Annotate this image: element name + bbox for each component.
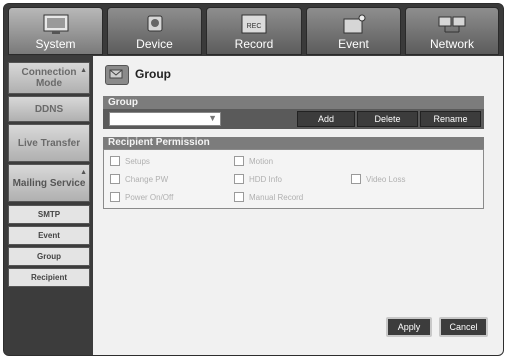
hdd-info-checkbox[interactable] bbox=[234, 174, 244, 184]
tab-record[interactable]: REC Record bbox=[206, 7, 302, 55]
sidebar-item-mailing-service[interactable]: ▲ Mailing Service bbox=[8, 164, 90, 202]
chevron-down-icon: ▼ bbox=[208, 113, 217, 123]
permission-manual-record: Manual Record bbox=[234, 192, 303, 202]
system-icon bbox=[43, 14, 68, 34]
power-on-off-checkbox[interactable] bbox=[110, 192, 120, 202]
main-content: Group Group ▼ Add Delete Rename Recipien… bbox=[93, 56, 503, 355]
tab-label: Event bbox=[338, 37, 369, 51]
record-icon: REC bbox=[241, 14, 267, 34]
page-title: Group bbox=[135, 67, 171, 81]
change-pw-checkbox[interactable] bbox=[110, 174, 120, 184]
group-select[interactable]: ▼ bbox=[109, 112, 221, 126]
permission-motion: Motion bbox=[234, 156, 273, 166]
sidebar-item-connection-mode[interactable]: ▲ Connection Mode bbox=[8, 62, 90, 94]
sidebar-subitem-smtp[interactable]: SMTP bbox=[8, 205, 90, 224]
permission-video-loss: Video Loss bbox=[351, 174, 405, 184]
network-icon bbox=[438, 16, 466, 33]
app-window: System Device REC Record Event Network ▲… bbox=[3, 3, 504, 356]
event-icon bbox=[343, 14, 365, 34]
cancel-button[interactable]: Cancel bbox=[439, 317, 488, 337]
envelope-icon bbox=[109, 69, 123, 79]
delete-button[interactable]: Delete bbox=[357, 111, 418, 127]
sidebar-subitem-group[interactable]: Group bbox=[8, 247, 90, 266]
motion-checkbox[interactable] bbox=[234, 156, 244, 166]
permission-hdd-info: HDD Info bbox=[234, 174, 282, 184]
sidebar-subitem-recipient[interactable]: Recipient bbox=[8, 268, 90, 287]
chevron-up-icon: ▲ bbox=[80, 169, 87, 176]
tab-device[interactable]: Device bbox=[107, 7, 202, 55]
tab-network[interactable]: Network bbox=[405, 7, 499, 55]
tab-label: Record bbox=[234, 37, 274, 51]
permission-power-on-off: Power On/Off bbox=[110, 192, 173, 202]
tab-label: Network bbox=[429, 37, 474, 51]
sidebar-item-ddns[interactable]: DDNS bbox=[8, 96, 90, 122]
setups-checkbox[interactable] bbox=[110, 156, 120, 166]
sidebar-item-live-transfer[interactable]: Live Transfer bbox=[8, 124, 90, 162]
group-row: ▼ Add Delete Rename bbox=[103, 109, 484, 129]
sidebar-subitem-event[interactable]: Event bbox=[8, 226, 90, 245]
group-icon bbox=[105, 65, 129, 85]
recipient-permission-header: Recipient Permission bbox=[103, 137, 484, 149]
permission-setups: Setups bbox=[110, 156, 150, 166]
permission-change-pw: Change PW bbox=[110, 174, 168, 184]
tab-system[interactable]: System bbox=[8, 7, 103, 55]
apply-button[interactable]: Apply bbox=[386, 317, 432, 337]
chevron-up-icon: ▲ bbox=[80, 67, 87, 74]
tab-label: System bbox=[35, 37, 76, 51]
rename-button[interactable]: Rename bbox=[420, 111, 481, 127]
recipient-permission-panel: Setups Motion Change PW HDD Info Video L… bbox=[103, 149, 484, 209]
group-section-header: Group bbox=[103, 96, 484, 109]
tab-label: Device bbox=[136, 37, 173, 51]
video-loss-checkbox[interactable] bbox=[351, 174, 361, 184]
sidebar: ▲ Connection Mode DDNS Live Transfer ▲ M… bbox=[4, 56, 93, 355]
add-button[interactable]: Add bbox=[297, 111, 355, 127]
top-tab-bar: System Device REC Record Event Network bbox=[4, 4, 503, 56]
tab-event[interactable]: Event bbox=[306, 7, 401, 55]
manual-record-checkbox[interactable] bbox=[234, 192, 244, 202]
device-icon bbox=[147, 15, 162, 32]
svg-text:REC: REC bbox=[247, 23, 262, 30]
